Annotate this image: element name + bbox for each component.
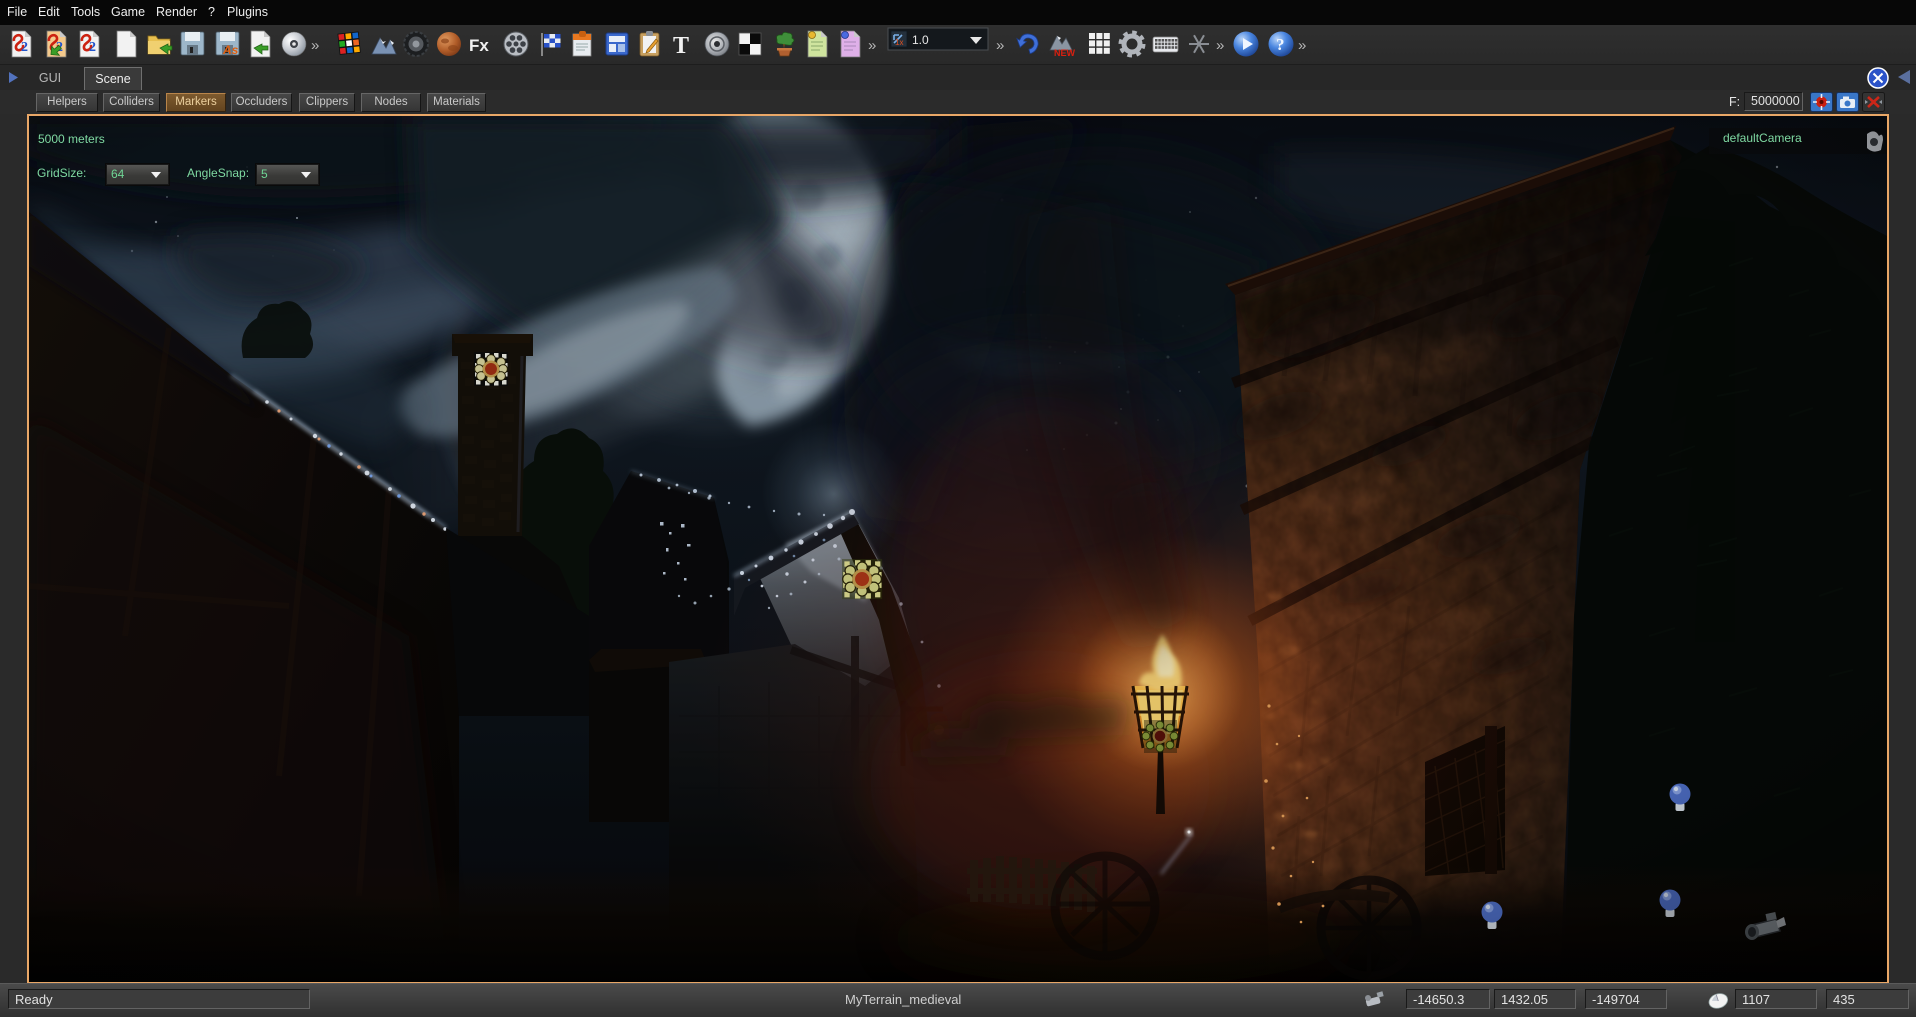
svg-text:1x: 1x bbox=[895, 38, 903, 47]
svg-text:T: T bbox=[673, 33, 689, 59]
svg-text:?: ? bbox=[1276, 35, 1285, 54]
svg-text:2: 2 bbox=[89, 40, 96, 55]
svg-text:As: As bbox=[222, 43, 239, 57]
svg-text:»: » bbox=[996, 37, 1004, 54]
svg-text:»: » bbox=[1298, 37, 1306, 54]
svg-text:1.0: 1.0 bbox=[912, 33, 929, 47]
svg-text:»: » bbox=[868, 37, 876, 54]
svg-text:Fx: Fx bbox=[469, 36, 489, 55]
svg-text:»: » bbox=[1216, 37, 1224, 54]
svg-text:2: 2 bbox=[21, 40, 28, 55]
svg-text:»: » bbox=[311, 37, 319, 54]
svg-text:NEW: NEW bbox=[1054, 48, 1076, 58]
